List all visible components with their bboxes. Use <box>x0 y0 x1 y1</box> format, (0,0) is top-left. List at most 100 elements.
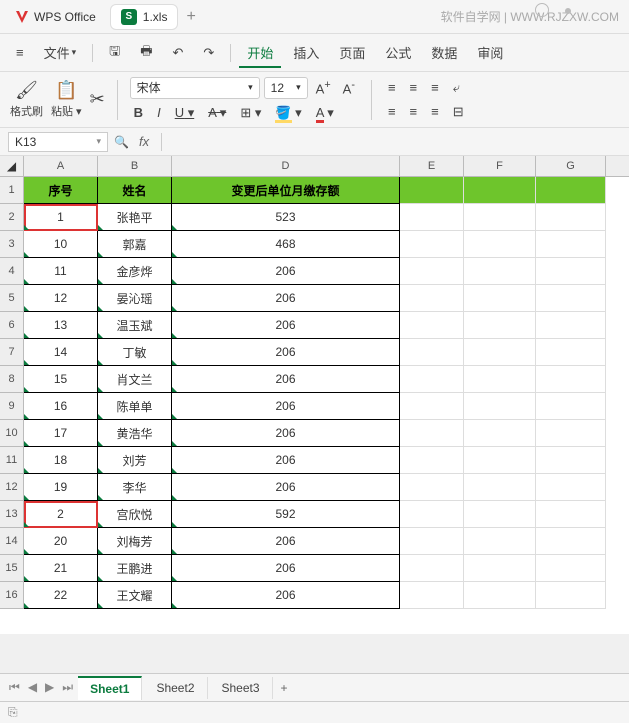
sheet-nav-next-icon[interactable]: ▶ <box>42 678 57 697</box>
cell[interactable] <box>536 474 606 501</box>
italic-button[interactable]: I <box>153 103 165 122</box>
row-header[interactable]: 14 <box>0 528 24 555</box>
cell[interactable]: 523 <box>172 204 400 231</box>
row-header[interactable]: 8 <box>0 366 24 393</box>
undo-icon[interactable]: ↶ <box>165 39 192 67</box>
cell[interactable]: 206 <box>172 474 400 501</box>
format-brush-button[interactable]: 🖌 格式刷 <box>10 80 43 119</box>
cell[interactable]: 王文耀 <box>98 582 172 609</box>
cell[interactable]: 468 <box>172 231 400 258</box>
cell[interactable]: 592 <box>172 501 400 528</box>
cell[interactable]: 丁敏 <box>98 339 172 366</box>
cell[interactable]: 206 <box>172 420 400 447</box>
cell[interactable] <box>536 582 606 609</box>
cell[interactable] <box>400 339 464 366</box>
cell[interactable] <box>400 285 464 312</box>
sheet-tab-2[interactable]: Sheet2 <box>144 677 207 699</box>
cell[interactable] <box>400 393 464 420</box>
redo-icon[interactable]: ↷ <box>195 39 222 67</box>
cell[interactable] <box>464 339 536 366</box>
cell[interactable]: 陈单单 <box>98 393 172 420</box>
decrease-font-icon[interactable]: A- <box>339 77 359 98</box>
cell[interactable] <box>536 231 606 258</box>
cell[interactable]: 晏沁瑶 <box>98 285 172 312</box>
cell[interactable] <box>464 285 536 312</box>
cell[interactable] <box>536 258 606 285</box>
tab-data[interactable]: 数据 <box>423 37 465 68</box>
cell[interactable] <box>464 231 536 258</box>
cell[interactable] <box>464 420 536 447</box>
cell[interactable] <box>464 528 536 555</box>
wrap-text-icon[interactable]: ⤶ <box>449 78 464 98</box>
cell[interactable]: 张艳平 <box>98 204 172 231</box>
cell[interactable]: 206 <box>172 366 400 393</box>
cell[interactable] <box>536 393 606 420</box>
cell[interactable] <box>536 366 606 393</box>
align-middle-icon[interactable]: ≡ <box>406 78 422 97</box>
merge-cells-icon[interactable]: ⊟ <box>449 102 468 122</box>
row-header[interactable]: 13 <box>0 501 24 528</box>
cell[interactable]: 22 <box>24 582 98 609</box>
cell[interactable] <box>400 177 464 204</box>
cell[interactable] <box>464 447 536 474</box>
cell[interactable] <box>400 555 464 582</box>
align-center-icon[interactable]: ≡ <box>406 102 422 121</box>
mode-icon[interactable]: ⎘ <box>8 705 18 720</box>
cell[interactable]: 206 <box>172 528 400 555</box>
sheet-nav-prev-icon[interactable]: ◀ <box>25 678 40 697</box>
cell[interactable] <box>400 447 464 474</box>
cell[interactable]: 2 <box>24 501 98 528</box>
cell[interactable] <box>536 204 606 231</box>
row-header[interactable]: 1 <box>0 177 24 204</box>
font-name-select[interactable]: 宋体▾ <box>130 77 260 99</box>
cell[interactable] <box>400 258 464 285</box>
cell[interactable]: 18 <box>24 447 98 474</box>
cell[interactable]: 变更后单位月缴存额 <box>172 177 400 204</box>
cell[interactable]: 宫欣悦 <box>98 501 172 528</box>
row-header[interactable]: 5 <box>0 285 24 312</box>
cell[interactable]: 温玉斌 <box>98 312 172 339</box>
align-left-icon[interactable]: ≡ <box>384 102 400 121</box>
cell[interactable]: 20 <box>24 528 98 555</box>
align-top-icon[interactable]: ≡ <box>384 78 400 97</box>
cell[interactable]: 郭嘉 <box>98 231 172 258</box>
cell[interactable] <box>536 501 606 528</box>
row-header[interactable]: 6 <box>0 312 24 339</box>
cell[interactable] <box>536 177 606 204</box>
cell[interactable] <box>536 420 606 447</box>
cell[interactable]: 黄浩华 <box>98 420 172 447</box>
print-icon[interactable]: 🖶 <box>132 36 160 70</box>
cell[interactable]: 王鹏进 <box>98 555 172 582</box>
hamburger-icon[interactable]: ≡ <box>8 39 32 66</box>
cell[interactable]: 金彦烨 <box>98 258 172 285</box>
cell[interactable]: 206 <box>172 339 400 366</box>
cell[interactable]: 206 <box>172 285 400 312</box>
row-header[interactable]: 15 <box>0 555 24 582</box>
col-header[interactable]: G <box>536 156 606 176</box>
cell[interactable] <box>464 177 536 204</box>
cell[interactable]: 206 <box>172 582 400 609</box>
cell[interactable] <box>536 555 606 582</box>
cell[interactable]: 206 <box>172 447 400 474</box>
row-header[interactable]: 16 <box>0 582 24 609</box>
align-right-icon[interactable]: ≡ <box>427 102 443 121</box>
cell[interactable] <box>536 528 606 555</box>
sheet-tab-1[interactable]: Sheet1 <box>78 676 142 700</box>
cell[interactable]: 206 <box>172 312 400 339</box>
increase-font-icon[interactable]: A+ <box>312 77 335 98</box>
cell[interactable] <box>464 555 536 582</box>
cell[interactable] <box>464 366 536 393</box>
row-header[interactable]: 2 <box>0 204 24 231</box>
row-header[interactable]: 12 <box>0 474 24 501</box>
paste-button[interactable]: 📋 粘贴 ▾ <box>51 80 82 119</box>
col-header[interactable]: E <box>400 156 464 176</box>
file-menu[interactable]: 文件 ▾ <box>36 37 85 68</box>
tab-review[interactable]: 审阅 <box>469 37 511 68</box>
cell[interactable] <box>400 420 464 447</box>
cell[interactable]: 206 <box>172 258 400 285</box>
cell[interactable]: 12 <box>24 285 98 312</box>
cell[interactable]: 19 <box>24 474 98 501</box>
cell[interactable] <box>400 474 464 501</box>
fx-label[interactable]: fx <box>139 134 149 149</box>
row-header[interactable]: 10 <box>0 420 24 447</box>
